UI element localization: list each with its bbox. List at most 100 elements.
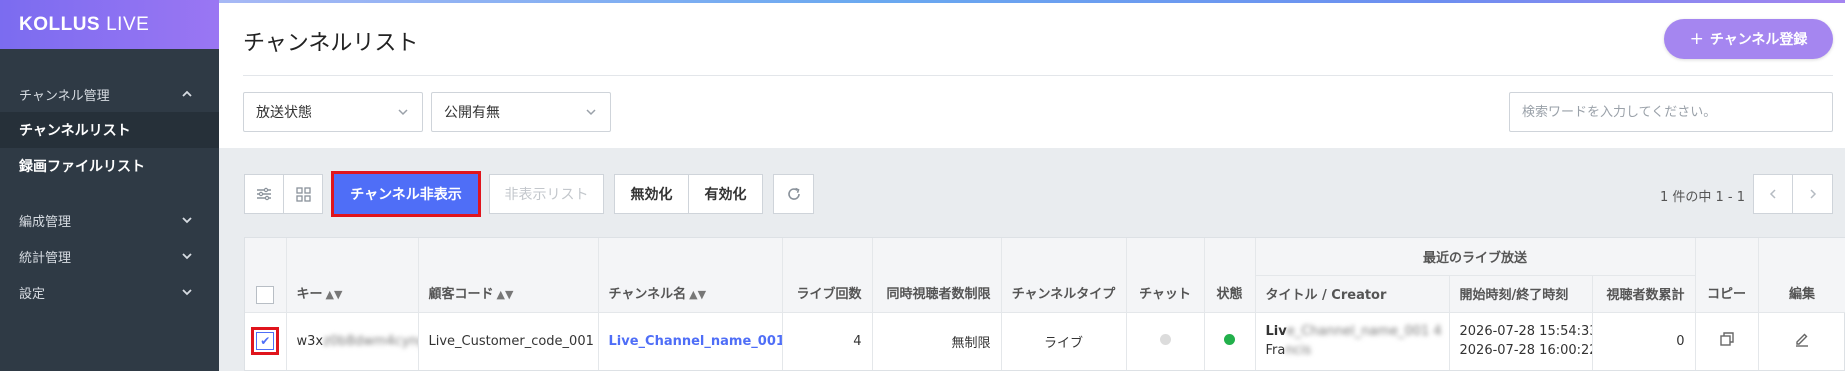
grid-view-icon [295, 186, 311, 202]
sort-icon: ▲▼ [689, 287, 707, 301]
list-view-button[interactable] [244, 174, 284, 214]
disable-button[interactable]: 無効化 [614, 174, 689, 214]
prev-page-button[interactable] [1753, 174, 1793, 214]
next-page-button[interactable] [1792, 174, 1833, 214]
row-creator-visible: Fra [1265, 343, 1286, 359]
column-group-recent-live: 最近のライブ放送 [1255, 238, 1696, 276]
chevron-right-icon [1809, 189, 1816, 199]
live-status-dot [1224, 333, 1235, 345]
column-channel-name-label: チャンネル名 [608, 286, 687, 302]
row-creator: Francis [1266, 341, 1439, 360]
register-channel-label: チャンネル登録 [1709, 32, 1808, 48]
row-channel-name-cell: Live_Channel_name_001 [598, 312, 783, 370]
column-header-copy: コピー [1695, 238, 1759, 313]
sidebar-item-channel-list[interactable]: チャンネルリスト [0, 112, 219, 148]
row-edit-cell [1758, 312, 1845, 370]
list-toolbar: チャンネル非表示 非表示リスト 無効化 有効化 1 件の中 1 - 1 [219, 148, 1845, 238]
row-key: w3xz0b8dwm4cyngw [286, 312, 419, 370]
column-header-chat: チャット [1126, 238, 1205, 313]
chevron-down-icon [586, 109, 596, 116]
column-header-start-end: 開始時刻/終了時刻 [1449, 275, 1593, 313]
sidebar-item-label: 録画ファイルリスト [19, 159, 145, 175]
sidebar-item-recording-list[interactable]: 録画ファイルリスト [0, 148, 219, 184]
chevron-down-icon [182, 253, 192, 260]
sidebar-group-channel[interactable]: チャンネル管理 [0, 76, 219, 112]
row-select-cell: ✔ [245, 312, 287, 370]
refresh-icon [787, 187, 800, 200]
row-copy-cell [1695, 312, 1759, 370]
column-header-status: 状態 [1204, 238, 1256, 313]
sort-icon: ▲▼ [496, 287, 514, 301]
column-header-edit: 編集 [1758, 238, 1845, 313]
logo-kollus: KOLLUS [19, 13, 101, 35]
select-all-checkbox[interactable] [256, 285, 275, 304]
row-status-cell [1204, 312, 1256, 370]
grid-view-button[interactable] [283, 174, 323, 214]
table-row[interactable]: ✔ w3xz0b8dwm4cyngw Live_Customer_code_00… [245, 312, 1845, 370]
row-creator-blurred: ncis [1285, 343, 1312, 359]
sidebar-group-label: 編成管理 [19, 214, 72, 230]
row-title-visible: Liv [1265, 324, 1287, 340]
page-title: チャンネルリスト [243, 31, 419, 56]
row-title-creator: Live_Channel_name_001 4 Francis [1255, 312, 1450, 370]
chevron-down-icon [398, 109, 408, 116]
sidebar-group-label: 統計管理 [19, 250, 72, 266]
row-checkbox[interactable]: ✔ [251, 327, 280, 356]
list-view-icon [257, 187, 271, 201]
chevron-down-icon [182, 289, 192, 296]
column-header-title-creator: タイトル / Creator [1255, 275, 1450, 313]
header-divider [243, 75, 1833, 76]
sidebar-nav: チャンネル管理 チャンネルリスト 録画ファイルリスト 編成管理 統計管理 設定 [0, 49, 219, 310]
row-title-blurred: e_Channel_name_001 4 [1286, 324, 1442, 340]
channel-table: キー ▲▼ 顧客コード ▲▼ チャンネル名 ▲▼ ライブ回数 同時視聴者数制限 チャン… [244, 237, 1845, 371]
page-header: チャンネルリスト + チャンネル登録 放送状態 公開有無 [219, 3, 1845, 148]
broadcast-status-value: 放送状態 [256, 105, 312, 121]
row-key-blurred: z0b8dwm4cyngw [323, 333, 418, 349]
row-end-time: 2026-07-28 16:00:22 [1459, 343, 1592, 359]
row-viewer-total: 0 [1592, 312, 1696, 370]
column-header-viewer-total: 視聴者数累計 [1592, 275, 1696, 313]
sidebar-group-label: 設定 [19, 286, 46, 302]
refresh-button[interactable] [773, 174, 814, 214]
column-customer-code-label: 顧客コード [428, 286, 494, 302]
column-header-customer-code[interactable]: 顧客コード ▲▼ [418, 238, 599, 313]
edit-pencil-icon[interactable] [1794, 331, 1810, 347]
column-header-channel-type: チャンネルタイプ [1001, 238, 1127, 313]
logo-live: LIVE [106, 13, 150, 35]
search-input[interactable] [1509, 92, 1833, 132]
sidebar-group-settings[interactable]: 設定 [0, 274, 219, 310]
copy-icon[interactable] [1719, 331, 1735, 347]
column-header-live-count: ライブ回数 [782, 238, 873, 313]
sidebar-group-stats[interactable]: 統計管理 [0, 238, 219, 274]
public-status-select[interactable]: 公開有無 [431, 92, 611, 132]
enable-button[interactable]: 有効化 [688, 174, 763, 214]
row-customer-code: Live_Customer_code_001 [418, 312, 599, 370]
chevron-down-icon [182, 217, 192, 224]
row-title: Live_Channel_name_001 4 [1265, 322, 1442, 341]
column-header-channel-name[interactable]: チャンネル名 ▲▼ [598, 238, 783, 313]
row-start-time: 2026-07-28 15:54:33 [1459, 324, 1592, 340]
register-channel-button[interactable]: + チャンネル登録 [1664, 19, 1833, 59]
sidebar-group-schedule[interactable]: 編成管理 [0, 202, 219, 238]
public-status-value: 公開有無 [444, 105, 500, 121]
column-header-key[interactable]: キー ▲▼ [286, 238, 419, 313]
row-live-count: 4 [782, 312, 873, 370]
sort-icon: ▲▼ [325, 287, 343, 301]
sidebar-group-label: チャンネル管理 [19, 88, 110, 104]
hide-channel-button[interactable]: チャンネル非表示 [331, 171, 481, 217]
hidden-list-button[interactable]: 非表示リスト [489, 174, 604, 214]
row-start-end: 2026-07-28 15:54:33 2026-07-28 16:00:22 [1449, 312, 1593, 370]
row-chat-cell [1126, 312, 1205, 370]
chevron-left-icon [1769, 189, 1776, 199]
channel-name-link[interactable]: Live_Channel_name_001 [609, 334, 782, 349]
select-all-cell [245, 238, 287, 313]
broadcast-status-select[interactable]: 放送状態 [243, 92, 423, 132]
chevron-up-icon [182, 90, 192, 97]
sidebar-item-label: チャンネルリスト [19, 123, 131, 139]
column-header-concurrent-limit: 同時視聴者数制限 [872, 238, 1002, 313]
row-channel-type: ライブ [1001, 312, 1127, 370]
column-key-label: キー [296, 286, 323, 302]
plus-icon: + [1689, 29, 1704, 49]
brand-logo[interactable]: KOLLUS LIVE [0, 0, 219, 49]
